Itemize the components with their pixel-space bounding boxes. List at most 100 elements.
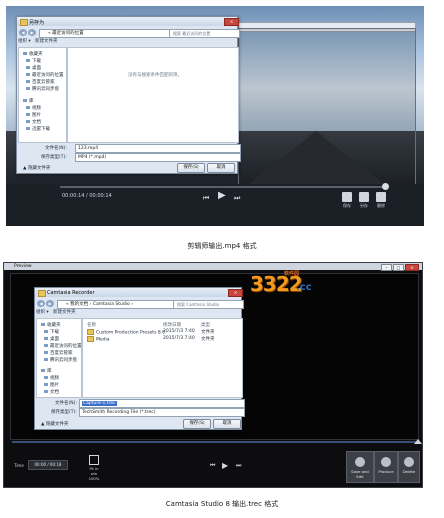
file-row[interactable]: Media xyxy=(87,336,110,343)
nav-item-desktop[interactable]: 桌面 xyxy=(44,336,59,342)
organize-menu[interactable]: 组织 ▾ xyxy=(36,310,49,315)
saveas-tool[interactable]: 另存 xyxy=(357,192,371,209)
nav-item-pictures[interactable]: 图片 xyxy=(26,112,41,118)
nav-item-libraries[interactable]: 库 xyxy=(23,98,34,104)
nav-item-desktop[interactable]: 桌面 xyxy=(26,65,41,71)
cloud-icon xyxy=(26,87,30,90)
nav-item-tencent[interactable]: 腾讯云同步盘 xyxy=(44,357,77,363)
nav-item-baidu[interactable]: 百度云管家 xyxy=(26,79,55,85)
cancel-button[interactable]: 取消 xyxy=(207,163,235,173)
cancel-button[interactable]: 取消 xyxy=(213,419,241,429)
nav-item-videos[interactable]: 视频 xyxy=(44,375,59,381)
address-bar[interactable]: « 最近访问的位置 xyxy=(39,29,177,38)
nav-item-downloads[interactable]: 下载 xyxy=(44,329,59,335)
nav-item-pictures[interactable]: 图片 xyxy=(44,382,59,388)
maximize-button[interactable]: □ xyxy=(393,264,404,271)
star-icon xyxy=(41,323,45,326)
file-row[interactable]: Custom Production Presets 8.0 xyxy=(87,329,165,336)
minimize-button[interactable]: – xyxy=(381,264,392,271)
recent-icon xyxy=(44,344,48,347)
hide-folders-toggle[interactable]: ▲ 隐藏文件夹 xyxy=(41,421,68,427)
filename-field[interactable]: 123.mp4 xyxy=(75,144,241,153)
nav-item-favorites[interactable]: 收藏夹 xyxy=(23,51,43,57)
caption-top: 剪辑师输出.mp4 格式 xyxy=(187,242,257,250)
download-icon xyxy=(26,59,30,62)
fit-icon xyxy=(89,455,99,465)
new-folder-button[interactable]: 新建文件夹 xyxy=(53,310,76,315)
nav-label: 百度云管家 xyxy=(32,80,55,85)
nav-pane: 收藏夹 下载 桌面 最近访问的位置 百度云管家 腾讯云同步盘 库 视频 图片 文… xyxy=(36,318,82,398)
dialog-titlebar: 另存为 ✕ xyxy=(17,17,239,26)
time-readout: 00:00 / 00:18 xyxy=(28,460,68,470)
nav-item-favorites[interactable]: 收藏夹 xyxy=(41,322,61,328)
delete-button[interactable]: Delete xyxy=(398,451,420,483)
back-icon[interactable]: ◀ xyxy=(37,300,45,307)
forward-icon[interactable]: ▶ xyxy=(28,29,36,36)
prev-icon[interactable]: ⏮ xyxy=(210,462,215,470)
save-tool[interactable]: 保存 xyxy=(340,192,354,209)
nav-item-videos[interactable]: 视频 xyxy=(26,105,41,111)
filename-field[interactable]: Capture-1.trec xyxy=(79,399,245,408)
video-icon xyxy=(26,106,30,109)
progress-knob[interactable] xyxy=(382,183,389,190)
file-type: 文件夹 xyxy=(201,337,215,342)
save-button[interactable]: 保存(S) xyxy=(183,419,211,429)
hide-folders-toggle[interactable]: ▲ 隐藏文件夹 xyxy=(23,165,50,171)
nav-label: 视频 xyxy=(50,376,59,381)
filetype-select[interactable]: TechSmith Recording File (*.trec) xyxy=(79,408,245,417)
preview-window xyxy=(238,28,416,186)
nav-item-recent[interactable]: 最近访问的位置 xyxy=(26,72,64,78)
nav-item-tencent[interactable]: 腾讯云同步盘 xyxy=(26,86,59,92)
organize-menu[interactable]: 组织 ▾ xyxy=(18,39,31,44)
nav-item-recent[interactable]: 最近访问的位置 xyxy=(44,343,82,349)
address-bar[interactable]: « 我的文档 › Camtasia Studio › xyxy=(57,300,179,309)
desktop-icon xyxy=(44,337,48,340)
forward-icon[interactable]: ▶ xyxy=(46,300,54,307)
produce-button[interactable]: Produce xyxy=(374,451,398,483)
playhead-icon[interactable] xyxy=(414,439,422,444)
file-date: 2015/7/3 7:40 xyxy=(163,336,195,341)
empty-message: 没有与搜索条件匹配的项。 xyxy=(128,73,182,78)
preview-titlebar: Preview – □ ✕ xyxy=(4,263,422,271)
column-date[interactable]: 修改日期 xyxy=(163,322,181,328)
column-name[interactable]: 名称 xyxy=(87,322,96,328)
recent-icon xyxy=(26,73,30,76)
nav-item-downloads[interactable]: 下载 xyxy=(26,58,41,64)
column-type[interactable]: 类型 xyxy=(201,322,210,328)
prev-icon[interactable]: ⏮ xyxy=(203,194,209,202)
trash-icon xyxy=(376,192,386,202)
next-icon[interactable]: ⏭ xyxy=(236,462,241,470)
nav-label: 迅雷下载 xyxy=(32,127,50,132)
nav-label: 下载 xyxy=(32,59,41,64)
play-icon[interactable]: ▶ xyxy=(222,461,228,470)
dialog-toolbar: 组织 ▾ 新建文件夹 xyxy=(18,38,58,45)
file-list: 没有与搜索条件匹配的项。 xyxy=(67,47,239,143)
new-folder-button[interactable]: 新建文件夹 xyxy=(35,39,58,44)
play-icon[interactable]: ▶ xyxy=(218,191,226,201)
nav-label: 文档 xyxy=(32,120,41,125)
fit-in-window-button[interactable]: Fit in win 100% xyxy=(86,455,102,481)
search-input[interactable]: 搜索 最近访问的位置 xyxy=(169,29,240,38)
progress-bar[interactable] xyxy=(60,186,388,188)
save-and-edit-button[interactable]: Save and Edit xyxy=(346,451,374,483)
delete-tool[interactable]: 删除 xyxy=(374,192,388,209)
nav-item-documents[interactable]: 文档 xyxy=(26,119,41,125)
nav-item-documents[interactable]: 文档 xyxy=(44,389,59,395)
filetype-select[interactable]: MP4 (*.mp4) xyxy=(75,153,241,162)
video-icon xyxy=(44,376,48,379)
back-icon[interactable]: ◀ xyxy=(19,29,27,36)
close-button[interactable]: ✕ xyxy=(405,264,419,271)
nav-item-xunlei[interactable]: 迅雷下载 xyxy=(26,126,50,132)
close-button[interactable]: ✕ xyxy=(228,289,243,297)
search-input[interactable]: 搜索 Camtasia Studio xyxy=(173,300,244,309)
close-button[interactable]: ✕ xyxy=(224,18,239,26)
next-icon[interactable]: ⏭ xyxy=(234,194,240,202)
timeline-bar[interactable] xyxy=(12,441,416,443)
watermark-logo: 软件园 3322 .cc xyxy=(250,270,320,304)
nav-item-libraries[interactable]: 库 xyxy=(41,368,52,374)
nav-label: 库 xyxy=(47,369,52,374)
nav-item-baidu[interactable]: 百度云管家 xyxy=(44,350,73,356)
save-button[interactable]: 保存(S) xyxy=(177,163,205,173)
hide-folders-label: 隐藏文件夹 xyxy=(45,422,69,427)
fit-label: Fit in win 100% xyxy=(88,466,100,481)
